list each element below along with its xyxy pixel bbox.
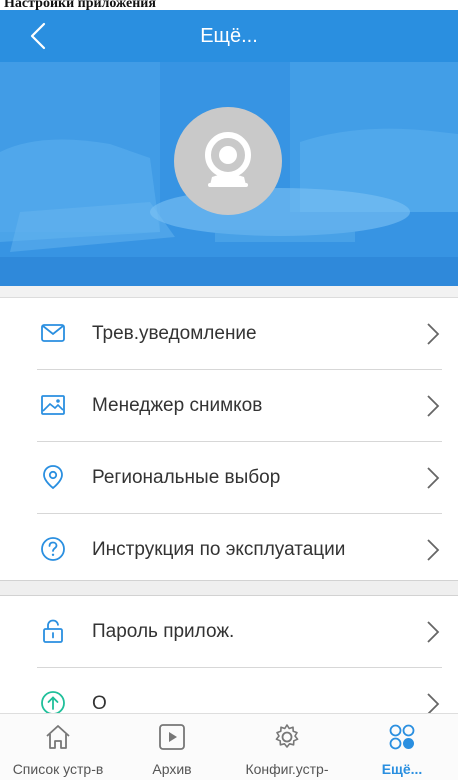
- nav-bar: Ещё...: [0, 10, 458, 62]
- page-title: Ещё...: [200, 25, 258, 47]
- menu-item-label: О: [92, 693, 107, 714]
- chevron-right-icon: [427, 395, 440, 417]
- chevron-right-icon: [427, 323, 440, 345]
- page-caption: Настройки приложения: [0, 0, 458, 10]
- menu-item-alarm-notification[interactable]: Трев.уведомление: [0, 298, 458, 370]
- profile-header: [0, 62, 458, 286]
- help-circle-icon: [41, 537, 65, 561]
- lock-icon: [43, 619, 63, 643]
- tab-archive[interactable]: Архив: [116, 714, 228, 780]
- gear-icon: [275, 724, 299, 748]
- camera-avatar: [174, 107, 282, 215]
- play-icon: [159, 724, 185, 750]
- section-divider: [0, 286, 458, 298]
- menu-item-label: Инструкция по эксплуатации: [92, 539, 346, 560]
- tab-label: Конфиг.устр-: [245, 761, 329, 777]
- more-icon: [389, 724, 415, 750]
- tab-device-config[interactable]: Конфиг.устр-: [228, 714, 346, 780]
- chevron-right-icon: [427, 621, 440, 643]
- menu-item-region-select[interactable]: Региональные выбор: [0, 442, 458, 514]
- location-pin-icon: [43, 465, 63, 490]
- chevron-right-icon: [427, 467, 440, 489]
- menu-item-label: Менеджер снимков: [92, 395, 263, 416]
- menu-item-snapshot-manager[interactable]: Менеджер снимков: [0, 370, 458, 442]
- menu-item-label: Пароль прилож.: [92, 621, 235, 642]
- tab-label: Архив: [152, 761, 192, 777]
- menu-item-app-password[interactable]: Пароль прилож.: [0, 596, 458, 668]
- chevron-right-icon: [427, 539, 440, 561]
- section-divider: [0, 580, 458, 596]
- home-icon: [46, 725, 70, 749]
- image-icon: [41, 395, 65, 415]
- menu-item-user-manual[interactable]: Инструкция по эксплуатации: [0, 514, 458, 586]
- tab-label: Список устр-в: [12, 761, 104, 777]
- tab-more[interactable]: Ещё...: [346, 714, 458, 780]
- envelope-icon: [41, 324, 65, 342]
- bottom-tab-bar: Список устр-в Архив Конфиг.устр- Ещё...: [0, 713, 458, 780]
- webcam-icon: [205, 132, 251, 187]
- menu-item-label: Региональные выбор: [92, 467, 281, 488]
- menu-item-label: Трев.уведомление: [92, 323, 257, 344]
- tab-label: Ещё...: [381, 761, 423, 777]
- tab-device-list[interactable]: Список устр-в: [0, 714, 116, 780]
